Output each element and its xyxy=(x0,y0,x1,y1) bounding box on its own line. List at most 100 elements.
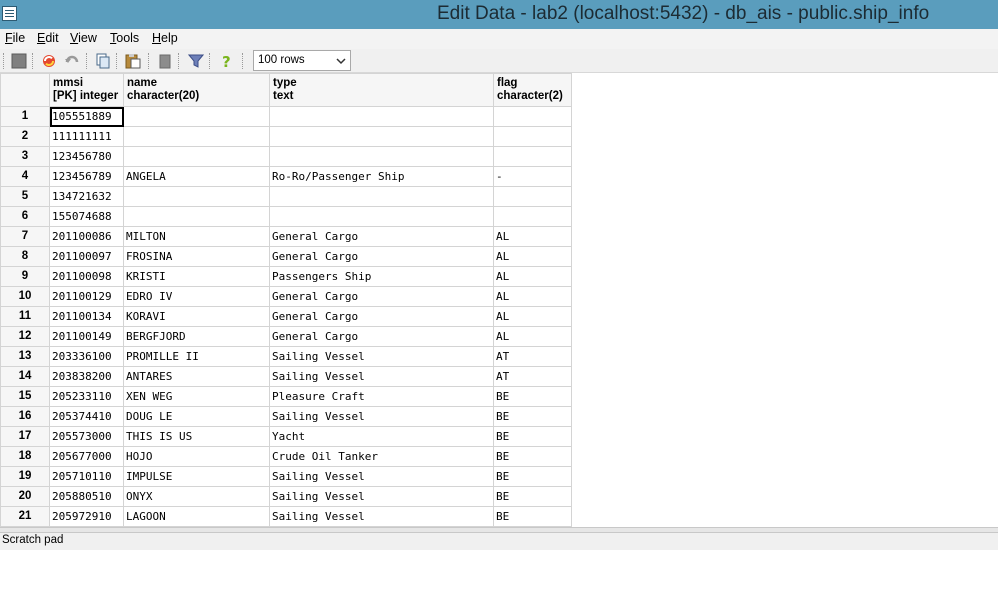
cell-name[interactable]: THIS IS US xyxy=(123,426,270,447)
cell-name[interactable]: KRISTI xyxy=(123,266,270,287)
scratch-pad[interactable] xyxy=(0,550,998,596)
cell-mmsi[interactable]: 111111111 xyxy=(49,126,124,147)
cell-name[interactable]: BERGFJORD xyxy=(123,326,270,347)
cell-flag[interactable]: BE xyxy=(493,506,572,527)
cell-flag[interactable]: AL xyxy=(493,266,572,287)
table-row[interactable]: 15 205233110 XEN WEG Pleasure Craft BE xyxy=(0,386,572,407)
cell-flag[interactable]: AL xyxy=(493,226,572,247)
row-number[interactable]: 8 xyxy=(0,246,50,267)
table-row[interactable]: 4 123456789 ANGELA Ro-Ro/Passenger Ship - xyxy=(0,166,572,187)
cell-name[interactable]: ONYX xyxy=(123,486,270,507)
column-header-flag[interactable]: flag character(2) xyxy=(493,73,572,107)
column-header-mmsi[interactable]: mmsi [PK] integer xyxy=(49,73,124,107)
menu-edit[interactable]: Edit xyxy=(37,31,59,45)
cell-mmsi[interactable]: 201100129 xyxy=(49,286,124,307)
cell-mmsi[interactable]: 201100134 xyxy=(49,306,124,327)
cell-flag[interactable]: AL xyxy=(493,326,572,347)
cell-type[interactable]: General Cargo xyxy=(269,326,494,347)
cell-mmsi[interactable]: 205677000 xyxy=(49,446,124,467)
cell-type[interactable]: Sailing Vessel xyxy=(269,506,494,527)
cell-flag[interactable]: AL xyxy=(493,246,572,267)
cell-name[interactable]: PROMILLE II xyxy=(123,346,270,367)
save-icon[interactable] xyxy=(10,52,28,70)
table-row[interactable]: 20 205880510 ONYX Sailing Vessel BE xyxy=(0,486,572,507)
table-row[interactable]: 11 201100134 KORAVI General Cargo AL xyxy=(0,306,572,327)
row-number[interactable]: 16 xyxy=(0,406,50,427)
row-number[interactable]: 15 xyxy=(0,386,50,407)
cell-type[interactable]: General Cargo xyxy=(269,286,494,307)
cell-mmsi[interactable]: 201100086 xyxy=(49,226,124,247)
cell-mmsi[interactable]: 205880510 xyxy=(49,486,124,507)
row-number[interactable]: 3 xyxy=(0,146,50,167)
row-number[interactable]: 2 xyxy=(0,126,50,147)
cell-type[interactable]: Crude Oil Tanker xyxy=(269,446,494,467)
rows-limit-select[interactable]: 100 rows xyxy=(253,50,351,71)
cell-name[interactable] xyxy=(123,186,270,207)
cell-flag[interactable] xyxy=(493,186,572,207)
row-number[interactable]: 19 xyxy=(0,466,50,487)
cell-mmsi[interactable]: 201100149 xyxy=(49,326,124,347)
copy-icon[interactable] xyxy=(94,52,112,70)
delete-icon[interactable] xyxy=(156,52,174,70)
cell-name[interactable]: IMPULSE xyxy=(123,466,270,487)
cell-type[interactable]: Ro-Ro/Passenger Ship xyxy=(269,166,494,187)
cell-flag[interactable]: BE xyxy=(493,466,572,487)
refresh-icon[interactable] xyxy=(40,52,58,70)
table-row[interactable]: 10 201100129 EDRO IV General Cargo AL xyxy=(0,286,572,307)
cell-mmsi[interactable]: 123456780 xyxy=(49,146,124,167)
cell-name[interactable]: XEN WEG xyxy=(123,386,270,407)
cell-name[interactable]: KORAVI xyxy=(123,306,270,327)
cell-name[interactable]: ANGELA xyxy=(123,166,270,187)
row-number[interactable]: 17 xyxy=(0,426,50,447)
table-row[interactable]: 17 205573000 THIS IS US Yacht BE xyxy=(0,426,572,447)
row-number[interactable]: 20 xyxy=(0,486,50,507)
help-icon[interactable]: ? xyxy=(218,52,236,70)
cell-name[interactable]: MILTON xyxy=(123,226,270,247)
cell-name[interactable]: LAGOON xyxy=(123,506,270,527)
cell-mmsi[interactable]: 205972910 xyxy=(49,506,124,527)
table-row[interactable]: 19 205710110 IMPULSE Sailing Vessel BE xyxy=(0,466,572,487)
cell-mmsi[interactable]: 205573000 xyxy=(49,426,124,447)
cell-mmsi[interactable]: 201100098 xyxy=(49,266,124,287)
undo-icon[interactable] xyxy=(63,52,81,70)
table-row[interactable]: 5 134721632 xyxy=(0,186,572,207)
row-number[interactable]: 5 xyxy=(0,186,50,207)
row-number[interactable]: 6 xyxy=(0,206,50,227)
table-row[interactable]: 12 201100149 BERGFJORD General Cargo AL xyxy=(0,326,572,347)
cell-mmsi[interactable]: 123456789 xyxy=(49,166,124,187)
cell-type[interactable]: Sailing Vessel xyxy=(269,466,494,487)
cell-flag[interactable]: BE xyxy=(493,426,572,447)
row-number[interactable]: 13 xyxy=(0,346,50,367)
menu-file[interactable]: File xyxy=(5,31,25,45)
row-number[interactable]: 11 xyxy=(0,306,50,327)
cell-flag[interactable] xyxy=(493,126,572,147)
cell-flag[interactable]: BE xyxy=(493,446,572,467)
row-number[interactable]: 18 xyxy=(0,446,50,467)
cell-flag[interactable] xyxy=(493,146,572,167)
table-row[interactable]: 18 205677000 HOJO Crude Oil Tanker BE xyxy=(0,446,572,467)
cell-type[interactable]: Yacht xyxy=(269,426,494,447)
row-number[interactable]: 21 xyxy=(0,506,50,527)
paste-icon[interactable] xyxy=(124,52,142,70)
cell-type[interactable]: Sailing Vessel xyxy=(269,486,494,507)
cell-name[interactable]: HOJO xyxy=(123,446,270,467)
menu-view[interactable]: View xyxy=(70,31,97,45)
row-number[interactable]: 10 xyxy=(0,286,50,307)
cell-type[interactable] xyxy=(269,146,494,167)
cell-flag[interactable]: AT xyxy=(493,366,572,387)
cell-mmsi[interactable]: 105551889 xyxy=(49,106,124,127)
cell-type[interactable] xyxy=(269,126,494,147)
table-row[interactable]: 9 201100098 KRISTI Passengers Ship AL xyxy=(0,266,572,287)
table-row[interactable]: 16 205374410 DOUG LE Sailing Vessel BE xyxy=(0,406,572,427)
cell-mmsi[interactable]: 203838200 xyxy=(49,366,124,387)
cell-mmsi[interactable]: 201100097 xyxy=(49,246,124,267)
cell-type[interactable]: General Cargo xyxy=(269,306,494,327)
cell-mmsi[interactable]: 155074688 xyxy=(49,206,124,227)
table-row[interactable]: 13 203336100 PROMILLE II Sailing Vessel AT xyxy=(0,346,572,367)
cell-name[interactable] xyxy=(123,106,270,127)
menu-tools[interactable]: Tools xyxy=(110,31,139,45)
row-number[interactable]: 9 xyxy=(0,266,50,287)
column-header-name[interactable]: name character(20) xyxy=(123,73,270,107)
cell-type[interactable]: Sailing Vessel xyxy=(269,406,494,427)
cell-mmsi[interactable]: 205374410 xyxy=(49,406,124,427)
